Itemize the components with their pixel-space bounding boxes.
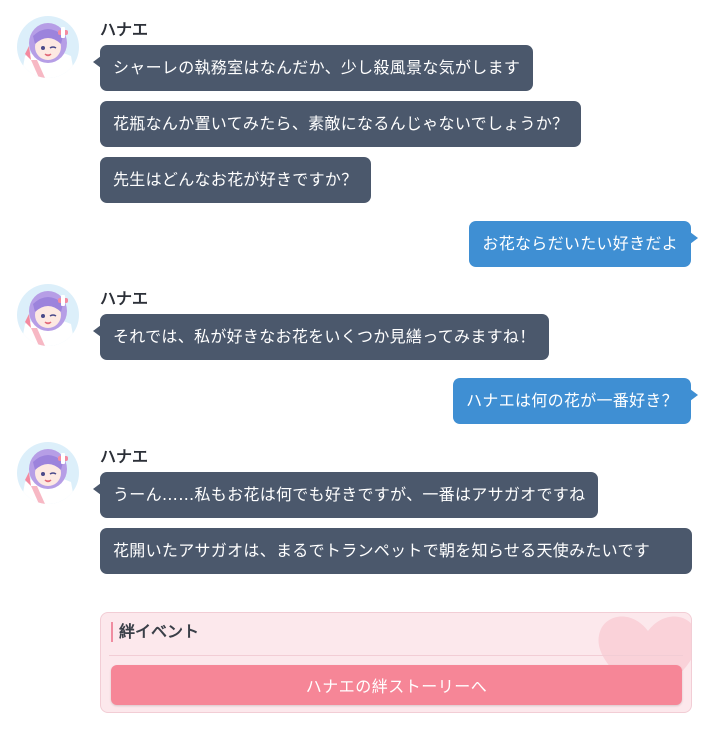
kizuna-event-card: 絆イベント ハナエの絆ストーリーへ <box>100 612 692 713</box>
message-bubble: 花瓶なんか置いてみたら、素敵になるんじゃないでしょうか？ <box>100 101 582 147</box>
divider <box>109 655 683 656</box>
sender-name: ハナエ <box>100 289 149 308</box>
message-bubble: うーん……私もお花は何でも好きですが、一番はアサガオですね <box>92 472 599 518</box>
message-bubble: それでは、私が好きなお花をいくつか見繕ってみますね！ <box>93 314 549 360</box>
nurse-girl-avatar-icon <box>17 16 79 78</box>
message-bubble: 先生はどんなお花が好きですか？ <box>100 157 371 203</box>
reply-bubble: ハナエは何の花が一番好き？ <box>453 378 698 424</box>
nurse-girl-avatar-icon <box>17 442 79 504</box>
message-bubble: シャーレの執務室はなんだか、少し殺風景な気がします <box>92 45 534 91</box>
kizuna-story-button[interactable]: ハナエの絆ストーリーへ <box>111 665 682 705</box>
sender-name: ハナエ <box>100 20 149 39</box>
kizuna-event-title: 絆イベント <box>111 622 199 642</box>
reply-bubble: お花ならだいたい好きだよ <box>469 221 698 267</box>
sender-name: ハナエ <box>100 447 149 466</box>
nurse-girl-avatar-icon <box>17 284 79 346</box>
message-bubble: 花開いたアサガオは、まるでトランペットで朝を知らせる天使みたいです <box>100 528 692 574</box>
